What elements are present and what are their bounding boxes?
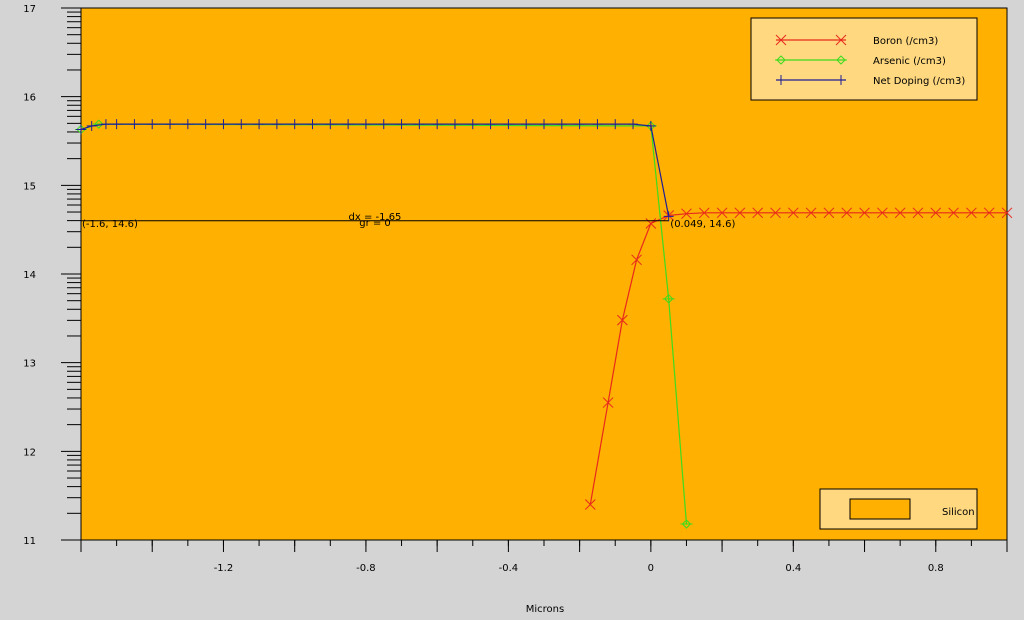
x-axis-label: Microns [526, 604, 564, 615]
ruler-right-label: (0.049, 14.6) [670, 219, 735, 230]
x-tick-label: 0 [648, 563, 654, 574]
y-tick-label: 15 [23, 181, 36, 192]
ruler-left-label: (-1.6, 14.6) [82, 219, 138, 230]
x-tick-label: -0.8 [356, 563, 376, 574]
material-legend-label: Silicon [942, 507, 975, 518]
chart-plot: 11 12 13 14 15 16 17 -1.2 -0.8 -0.4 0 0.4 0.8 Microns… [0, 0, 1024, 615]
y-tick-label: 16 [23, 93, 36, 104]
ruler-gr-label: gr = 0 [359, 218, 391, 229]
x-tick-label: 0.8 [928, 563, 944, 574]
x-tick-label: -0.4 [499, 563, 519, 574]
material-swatch [849, 498, 911, 520]
y-tick-label: 11 [23, 536, 36, 547]
y-tick-label: 14 [23, 270, 36, 281]
y-tick-label: 17 [23, 4, 36, 15]
legend-label: Arsenic (/cm3) [873, 56, 946, 67]
y-tick-label: 12 [23, 447, 36, 458]
y-tick-label: 13 [23, 359, 36, 370]
legend-label: Boron (/cm3) [873, 36, 938, 47]
x-tick-label: 0.4 [785, 563, 801, 574]
chart-svg: 11 12 13 14 15 16 17 -1.2 -0.8 -0.4 0 0.4 0.8 Microns… [23, 4, 1013, 615]
x-tick-label: -1.2 [214, 563, 234, 574]
legend-label: Net Doping (/cm3) [873, 76, 965, 87]
